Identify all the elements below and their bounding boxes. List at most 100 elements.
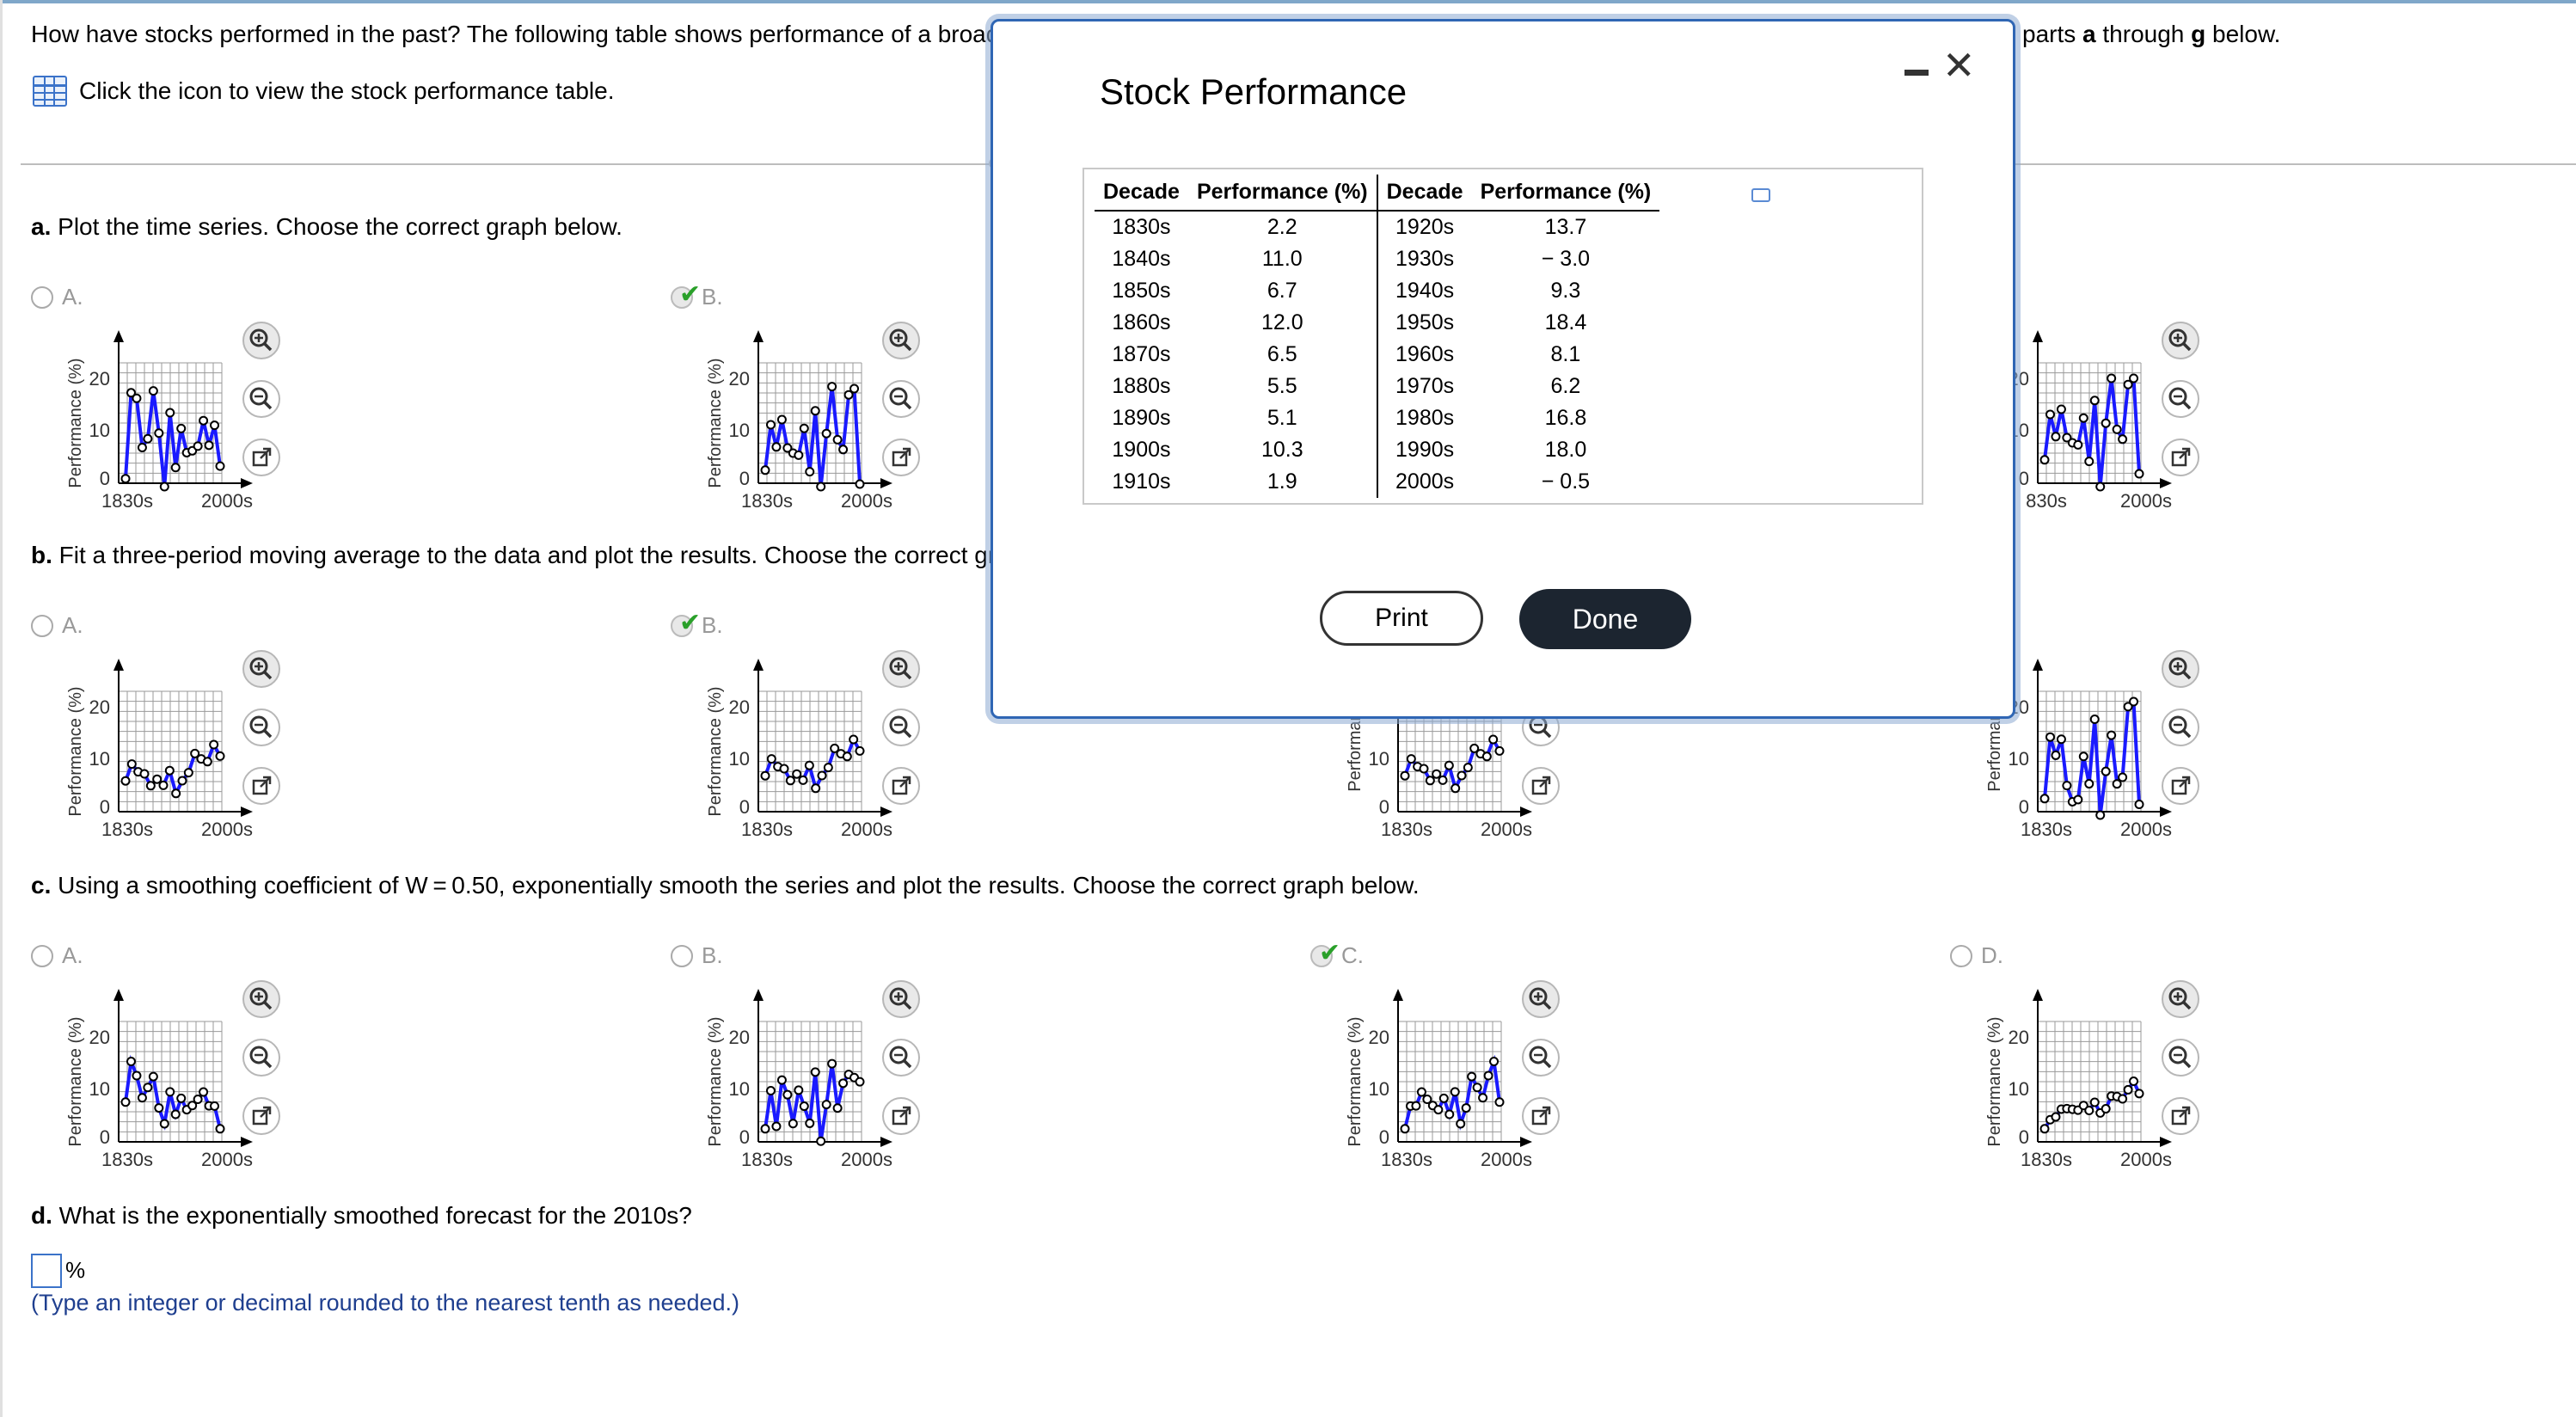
- data-point: [2101, 418, 2111, 428]
- done-button[interactable]: Done: [1519, 589, 1691, 649]
- zoom-out-icon[interactable]: [2162, 1039, 2199, 1077]
- zoom-in-icon[interactable]: [242, 980, 280, 1018]
- option-c-d[interactable]: D.: [1950, 942, 2003, 969]
- open-new-window-icon[interactable]: [882, 1097, 920, 1135]
- svg-text:20: 20: [89, 696, 110, 718]
- data-point: [2039, 794, 2050, 804]
- zoom-out-icon[interactable]: [242, 380, 280, 418]
- data-point: [1419, 764, 1429, 774]
- open-new-window-icon[interactable]: [242, 767, 280, 805]
- zoom-out-icon[interactable]: [882, 1039, 920, 1077]
- zoom-out-icon[interactable]: [242, 1039, 280, 1077]
- radio-button[interactable]: ✔: [671, 280, 701, 309]
- view-table-link[interactable]: Click the icon to view the stock perform…: [33, 76, 615, 107]
- radio-button[interactable]: ✔: [671, 609, 701, 637]
- zoom-in-icon[interactable]: [2162, 322, 2199, 359]
- open-new-window-icon[interactable]: [2162, 1097, 2199, 1135]
- col-header-decade-2: Decade: [1377, 175, 1472, 212]
- svg-text:Performance (%): Performance (%): [1346, 1016, 1365, 1146]
- zoom-in-icon[interactable]: [242, 650, 280, 688]
- option-c-a[interactable]: A.: [31, 942, 83, 969]
- radio-button[interactable]: [31, 614, 53, 637]
- minimize-icon[interactable]: [1904, 70, 1929, 76]
- svg-text:20: 20: [729, 1027, 750, 1048]
- data-point: [855, 745, 865, 756]
- performance-cell: 9.3: [1550, 279, 1581, 303]
- open-new-window-icon[interactable]: [1522, 767, 1560, 805]
- zoom-in-icon[interactable]: [1522, 980, 1560, 1018]
- zoom-out-icon[interactable]: [2162, 708, 2199, 746]
- table-grid-icon[interactable]: [33, 76, 67, 107]
- svg-text:0: 0: [100, 468, 110, 489]
- open-new-window-icon[interactable]: [2162, 439, 2199, 476]
- data-point: [215, 461, 225, 471]
- data-point: [154, 1103, 164, 1113]
- data-point: [792, 769, 802, 779]
- open-new-window-icon[interactable]: [882, 767, 920, 805]
- radio-button[interactable]: [1950, 944, 1972, 967]
- data-point: [782, 1089, 793, 1100]
- zoom-out-icon[interactable]: [1522, 1039, 1560, 1077]
- zoom-out-icon[interactable]: [242, 708, 280, 746]
- open-new-window-icon[interactable]: [242, 1097, 280, 1135]
- zoom-out-icon[interactable]: [882, 380, 920, 418]
- data-point: [855, 1077, 865, 1087]
- option-b-a[interactable]: A.: [31, 612, 83, 639]
- zoom-in-icon[interactable]: [242, 322, 280, 359]
- data-point: [1488, 734, 1499, 745]
- data-point: [1456, 1119, 1466, 1129]
- print-button[interactable]: Print: [1320, 591, 1483, 646]
- svg-text:Performance (%): Performance (%): [1985, 1016, 2004, 1146]
- option-label: B.: [702, 284, 723, 310]
- data-point: [152, 774, 163, 784]
- performance-cell: 2.2: [1187, 211, 1378, 243]
- data-point: [1432, 769, 1442, 779]
- data-point: [1400, 1124, 1410, 1134]
- data-point: [1472, 1083, 1482, 1093]
- open-new-window-icon[interactable]: [882, 439, 920, 476]
- radio-button[interactable]: [31, 285, 53, 309]
- open-new-window-icon[interactable]: [1522, 1097, 1560, 1135]
- svg-text:0: 0: [1379, 1126, 1389, 1148]
- data-point: [832, 1103, 843, 1113]
- radio-button[interactable]: [671, 944, 693, 967]
- zoom-in-icon[interactable]: [882, 322, 920, 359]
- option-c-c[interactable]: ✔ C.: [1310, 939, 1364, 969]
- svg-text:0: 0: [100, 796, 110, 818]
- option-a-a[interactable]: A.: [31, 284, 83, 310]
- svg-text:2000s: 2000s: [201, 1149, 253, 1170]
- radio-button[interactable]: ✔: [1310, 939, 1340, 967]
- zoom-in-icon[interactable]: [2162, 980, 2199, 1018]
- close-icon[interactable]: ✕: [1942, 46, 1976, 85]
- data-point: [204, 440, 214, 451]
- option-c-b[interactable]: B.: [671, 942, 723, 969]
- data-point: [1411, 1101, 1421, 1111]
- zoom-in-icon[interactable]: [2162, 650, 2199, 688]
- svg-text:2000s: 2000s: [1481, 819, 1532, 840]
- performance-cell: 16.8: [1544, 406, 1587, 430]
- svg-text:1830s: 1830s: [1381, 819, 1432, 840]
- zoom-out-icon[interactable]: [882, 708, 920, 746]
- data-point: [766, 754, 776, 764]
- data-point: [2084, 457, 2095, 467]
- zoom-in-icon[interactable]: [882, 650, 920, 688]
- copy-table-icon[interactable]: [1751, 188, 1770, 202]
- open-new-window-icon[interactable]: [2162, 767, 2199, 805]
- option-label: A.: [62, 942, 83, 968]
- data-point: [827, 382, 837, 392]
- forecast-answer-input[interactable]: [31, 1254, 62, 1288]
- zoom-in-icon[interactable]: [882, 980, 920, 1018]
- option-b-b[interactable]: ✔ B.: [671, 609, 723, 639]
- data-point: [148, 1071, 158, 1082]
- radio-button[interactable]: [31, 944, 53, 967]
- open-new-window-icon[interactable]: [242, 439, 280, 476]
- data-point: [838, 445, 849, 455]
- data-point: [765, 1086, 776, 1096]
- data-point: [170, 1109, 181, 1119]
- data-point: [760, 770, 770, 781]
- data-point: [1416, 1087, 1426, 1097]
- option-a-b[interactable]: ✔ B.: [671, 280, 723, 310]
- data-point: [126, 1056, 136, 1066]
- zoom-out-icon[interactable]: [2162, 380, 2199, 418]
- data-point: [1461, 1103, 1471, 1113]
